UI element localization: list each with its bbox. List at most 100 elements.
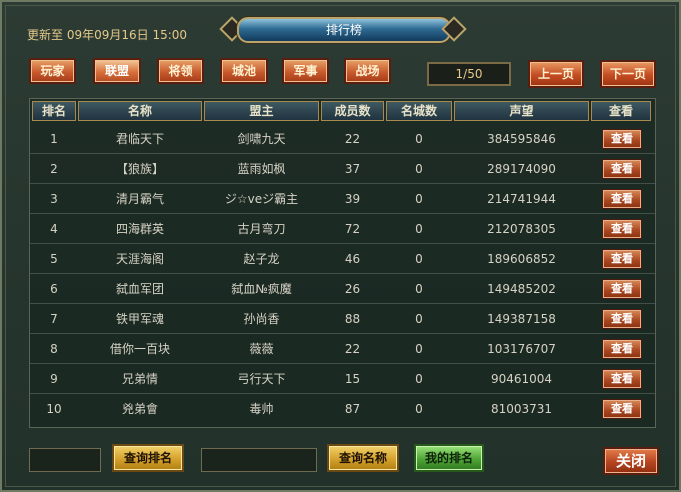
- cell-prestige: 103176707: [487, 342, 556, 356]
- cell-name: 兄弟情: [121, 372, 158, 386]
- name-search-input[interactable]: [201, 448, 317, 472]
- cell-cities: 0: [415, 162, 423, 176]
- table-row: 2 【狼族】 蓝雨如枫 37 0 289174090 查看: [30, 154, 655, 184]
- cell-prestige: 289174090: [487, 162, 556, 176]
- cell-rank: 3: [50, 192, 58, 206]
- cell-members: 88: [344, 312, 361, 326]
- view-button[interactable]: 查看: [602, 219, 642, 239]
- table-row: 9 兄弟情 弓行天下 15 0 90461004 查看: [30, 364, 655, 394]
- cell-members: 15: [344, 372, 361, 386]
- next-page-button[interactable]: 下一页: [600, 60, 656, 88]
- cell-members: 46: [344, 252, 361, 266]
- query-name-button[interactable]: 查询名称: [327, 444, 399, 472]
- cell-name: 弑血军团: [115, 282, 164, 296]
- cell-name: 清月霸气: [115, 192, 164, 206]
- tab-player[interactable]: 玩家: [29, 58, 76, 84]
- view-button[interactable]: 查看: [602, 249, 642, 269]
- table-row: 4 四海群英 古月弯刀 72 0 212078305 查看: [30, 214, 655, 244]
- rank-search-input[interactable]: [29, 448, 101, 472]
- cell-name: 天涯海阁: [115, 252, 164, 266]
- view-button[interactable]: 查看: [602, 339, 642, 359]
- tab-general[interactable]: 将领: [157, 58, 204, 84]
- cell-prestige: 212078305: [487, 222, 556, 236]
- table-row: 10 兇弟會 毒帅 87 0 81003731 查看: [30, 394, 655, 424]
- column-header-view: 查看: [591, 101, 651, 121]
- column-header-cities: 名城数: [386, 101, 452, 121]
- cell-name: 【狼族】: [115, 162, 164, 176]
- tab-alliance[interactable]: 联盟: [93, 58, 141, 84]
- cell-prestige: 214741944: [487, 192, 556, 206]
- cell-members: 22: [344, 132, 361, 146]
- cell-leader: 弓行天下: [237, 372, 286, 386]
- cell-leader: 剑啸九天: [237, 132, 286, 146]
- view-button[interactable]: 查看: [602, 399, 642, 419]
- window-title: 排行榜: [237, 17, 451, 43]
- cell-cities: 0: [415, 252, 423, 266]
- table-row: 1 君临天下 剑啸九天 22 0 384595846 查看: [30, 124, 655, 154]
- table-row: 6 弑血军团 弑血№疯魔 26 0 149485202 查看: [30, 274, 655, 304]
- tab-city[interactable]: 城池: [220, 58, 268, 84]
- cell-rank: 4: [50, 222, 58, 236]
- title-banner: 排行榜: [219, 14, 467, 44]
- cell-cities: 0: [415, 192, 423, 206]
- cell-name: 借你一百块: [109, 342, 170, 356]
- column-header-members: 成员数: [321, 101, 384, 121]
- tab-military[interactable]: 军事: [282, 58, 329, 84]
- page-indicator: 1/50: [427, 62, 511, 86]
- column-header-prestige: 声望: [454, 101, 589, 121]
- cell-leader: 赵子龙: [243, 252, 280, 266]
- close-button[interactable]: 关闭: [603, 447, 659, 475]
- cell-leader: 弑血№疯魔: [231, 282, 292, 296]
- cell-cities: 0: [415, 402, 423, 416]
- view-button[interactable]: 查看: [602, 159, 642, 179]
- cell-leader: 古月弯刀: [237, 222, 286, 236]
- cell-prestige: 81003731: [490, 402, 553, 416]
- my-rank-button[interactable]: 我的排名: [414, 444, 484, 472]
- column-header-name: 名称: [78, 101, 202, 121]
- cell-members: 87: [344, 402, 361, 416]
- cell-prestige: 149485202: [487, 282, 556, 296]
- cell-members: 26: [344, 282, 361, 296]
- cell-prestige: 189606852: [487, 252, 556, 266]
- cell-cities: 0: [415, 342, 423, 356]
- view-button[interactable]: 查看: [602, 189, 642, 209]
- cell-prestige: 90461004: [490, 372, 553, 386]
- column-header-rank: 排名: [32, 101, 76, 121]
- update-time: 更新至 09年09月16日 15:00: [27, 28, 188, 42]
- tab-battlefield[interactable]: 战场: [344, 58, 391, 84]
- view-button[interactable]: 查看: [602, 369, 642, 389]
- cell-cities: 0: [415, 282, 423, 296]
- cell-rank: 1: [50, 132, 58, 146]
- cell-members: 22: [344, 342, 361, 356]
- cell-name: 四海群英: [115, 222, 164, 236]
- view-button[interactable]: 查看: [602, 309, 642, 329]
- cell-members: 72: [344, 222, 361, 236]
- cell-prestige: 149387158: [487, 312, 556, 326]
- table-row: 7 铁甲军魂 孙尚香 88 0 149387158 查看: [30, 304, 655, 334]
- table-row: 3 清月霸气 ジ☆veジ霸主 39 0 214741944 查看: [30, 184, 655, 214]
- cell-prestige: 384595846: [487, 132, 556, 146]
- table-row: 5 天涯海阁 赵子龙 46 0 189606852 查看: [30, 244, 655, 274]
- table-row: 8 借你一百块 薇薇 22 0 103176707 查看: [30, 334, 655, 364]
- cell-leader: 孙尚香: [243, 312, 280, 326]
- column-header-leader: 盟主: [204, 101, 319, 121]
- view-button[interactable]: 查看: [602, 129, 642, 149]
- view-button[interactable]: 查看: [602, 279, 642, 299]
- query-rank-button[interactable]: 查询排名: [112, 444, 184, 472]
- cell-cities: 0: [415, 132, 423, 146]
- cell-rank: 10: [46, 402, 62, 416]
- prev-page-button[interactable]: 上一页: [528, 60, 584, 88]
- cell-members: 39: [344, 192, 361, 206]
- cell-rank: 9: [50, 372, 58, 386]
- cell-rank: 5: [50, 252, 58, 266]
- cell-name: 铁甲军魂: [115, 312, 164, 326]
- cell-leader: ジ☆veジ霸主: [224, 192, 299, 206]
- cell-cities: 0: [415, 312, 423, 326]
- ranking-table: 排名 名称 盟主 成员数 名城数 声望 查看 1 君临天下 剑啸九天 22 0 …: [29, 98, 656, 428]
- cell-rank: 2: [50, 162, 58, 176]
- cell-name: 君临天下: [115, 132, 164, 146]
- cell-leader: 薇薇: [249, 342, 274, 356]
- cell-rank: 8: [50, 342, 58, 356]
- cell-rank: 7: [50, 312, 58, 326]
- ranking-window: 更新至 09年09月16日 15:00 排行榜 玩家 联盟 将领 城池 军事 战…: [0, 0, 681, 492]
